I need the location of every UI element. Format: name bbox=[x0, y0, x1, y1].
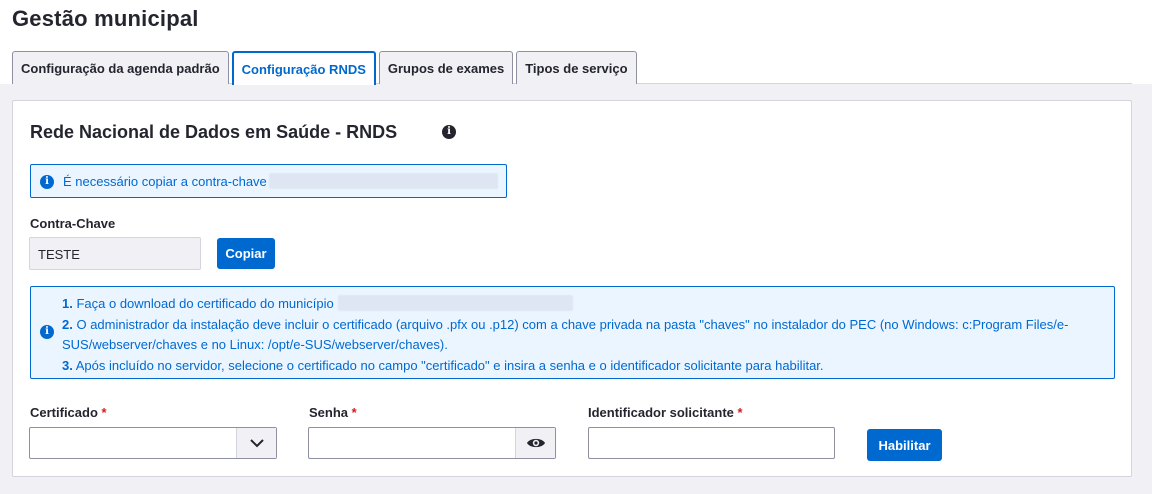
eye-icon[interactable] bbox=[515, 428, 555, 458]
alert-message: É necessário copiar a contra-chave bbox=[63, 174, 267, 189]
password-field[interactable] bbox=[308, 427, 556, 459]
requester-label: Identificador solicitante * bbox=[588, 405, 743, 420]
redacted-text bbox=[337, 295, 573, 311]
certificate-select[interactable] bbox=[29, 427, 277, 459]
page-title: Gestão municipal bbox=[12, 6, 199, 31]
tab-grupos-exames[interactable]: Grupos de exames bbox=[378, 51, 514, 84]
instructions-alert: i 1. Faça o download do certificado do m… bbox=[30, 286, 1115, 379]
rnds-card: Rede Nacional de Dados em Saúde - RNDS i… bbox=[12, 100, 1132, 477]
instruction-line-1: 1. Faça o download do certificado do mun… bbox=[62, 294, 1068, 315]
tab-bar: Configuração da agenda padrão Configuraç… bbox=[12, 51, 637, 85]
tab-configuracao-rnds[interactable]: Configuração RNDS bbox=[231, 51, 376, 85]
info-icon[interactable]: i bbox=[442, 125, 456, 139]
certificate-label: Certificado * bbox=[30, 405, 107, 420]
redacted-text bbox=[269, 173, 498, 189]
contra-chave-label: Contra-Chave bbox=[30, 216, 116, 231]
requester-input[interactable] bbox=[588, 427, 835, 459]
contra-chave-field: TESTE bbox=[29, 237, 201, 270]
info-icon: i bbox=[40, 175, 54, 189]
instruction-line-2: 2. O administrador da instalação deve in… bbox=[62, 316, 1069, 332]
password-label: Senha * bbox=[309, 405, 357, 420]
enable-button[interactable]: Habilitar bbox=[867, 429, 942, 461]
section-title: Rede Nacional de Dados em Saúde - RNDS bbox=[30, 122, 398, 142]
copy-button[interactable]: Copiar bbox=[217, 238, 275, 269]
contra-chave-alert: i É necessário copiar a contra-chave bbox=[30, 164, 507, 198]
instruction-line-2-cont: SUS/webserver/chaves e no Linux: /opt/e-… bbox=[62, 337, 448, 352]
tab-tipos-servico[interactable]: Tipos de serviço bbox=[516, 51, 637, 84]
tab-agenda-padrao[interactable]: Configuração da agenda padrão bbox=[12, 51, 229, 84]
instruction-line-3: 3. Após incluído no servidor, selecione … bbox=[62, 357, 824, 373]
chevron-down-icon[interactable] bbox=[236, 428, 276, 458]
info-icon: i bbox=[40, 325, 54, 339]
